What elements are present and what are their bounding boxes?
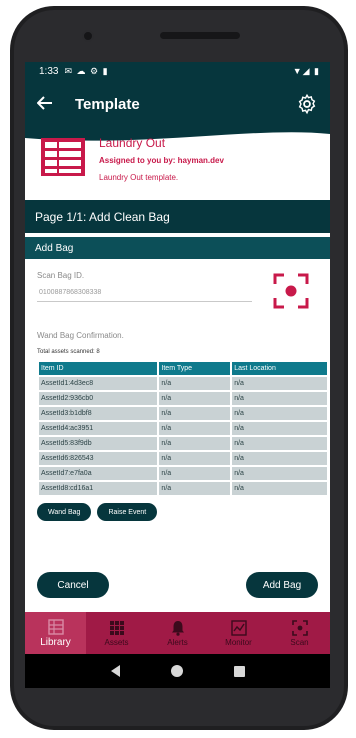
monitor-chart-icon xyxy=(230,619,247,636)
form-actions: Cancel Add Bag xyxy=(37,572,318,598)
table-row: AssetId8:cd16a1 n/a n/a xyxy=(39,482,327,495)
assigned-by: Assigned to you by: hayman.dev xyxy=(99,156,224,165)
app-bar: Template xyxy=(25,80,330,128)
cell-item-type: n/a xyxy=(159,452,231,465)
raise-event-button[interactable]: Raise Event xyxy=(97,503,158,521)
cell-item-type: n/a xyxy=(159,482,231,495)
cell-item-id: AssetId3:b1dbf8 xyxy=(39,407,158,420)
cell-item-type: n/a xyxy=(159,422,231,435)
cell-item-type: n/a xyxy=(159,437,231,450)
nav-label: Library xyxy=(40,636,71,648)
system-home-icon[interactable] xyxy=(170,665,183,677)
scan-icon xyxy=(291,619,308,636)
nav-label: Monitor xyxy=(225,637,252,647)
cell-last-location: n/a xyxy=(232,377,327,390)
cell-item-id: AssetId2:936cb0 xyxy=(39,392,158,405)
cell-item-id: AssetId1:4d3ec8 xyxy=(39,377,158,390)
table-header-row: Item ID Item Type Last Location xyxy=(39,362,327,375)
total-assets-count: Total assets scanned: 8 xyxy=(37,349,100,355)
status-bar: 1:33 ✉ ☁ ⚙ ▮ ▼◢ ▮ xyxy=(25,62,330,80)
table-row: AssetId5:83f9db n/a n/a xyxy=(39,437,327,450)
table-row: AssetId2:936cb0 n/a n/a xyxy=(39,392,327,405)
template-description: Laundry Out template. xyxy=(99,173,179,182)
cell-item-id: AssetId4:ac3951 xyxy=(39,422,158,435)
cell-item-id: AssetId6:826543 xyxy=(39,452,158,465)
table-row: AssetId4:ac3951 n/a n/a xyxy=(39,422,327,435)
system-navigation-bar xyxy=(25,654,330,688)
system-back-icon[interactable] xyxy=(110,665,120,677)
nav-item-library[interactable]: Library xyxy=(25,612,86,654)
wand-confirmation-label: Wand Bag Confirmation. xyxy=(37,331,124,340)
earpiece-speaker xyxy=(160,32,240,39)
column-header: Item ID xyxy=(39,362,158,375)
cell-last-location: n/a xyxy=(232,467,327,480)
nav-item-assets[interactable]: Assets xyxy=(86,612,147,654)
nav-item-monitor[interactable]: Monitor xyxy=(208,612,269,654)
notification-icons: ✉ ☁ ⚙ ▮ xyxy=(64,65,109,76)
back-arrow-icon[interactable] xyxy=(36,93,63,116)
cell-last-location: n/a xyxy=(232,437,327,450)
table-row: AssetId3:b1dbf8 n/a n/a xyxy=(39,407,327,420)
scan-bag-label: Scan Bag ID. xyxy=(37,271,85,280)
template-header: Laundry Out Assigned to you by: hayman.d… xyxy=(25,128,330,188)
table-icon xyxy=(41,138,85,176)
cell-item-id: AssetId5:83f9db xyxy=(39,437,158,450)
front-camera xyxy=(82,30,94,42)
add-bag-button[interactable]: Add Bag xyxy=(246,572,318,598)
table-row: AssetId6:826543 n/a n/a xyxy=(39,452,327,465)
cell-item-id: AssetId8:cd16a1 xyxy=(39,482,158,495)
cell-last-location: n/a xyxy=(232,482,327,495)
bottom-navigation: Library Assets Alerts Monitor Scan xyxy=(25,612,330,654)
cell-item-type: n/a xyxy=(159,377,231,390)
nav-label: Assets xyxy=(104,637,129,647)
scan-target-icon[interactable] xyxy=(273,273,309,309)
signal-battery-icons: ▼◢ ▮ xyxy=(292,65,320,76)
cell-last-location: n/a xyxy=(232,392,327,405)
status-time: 1:33 xyxy=(39,65,59,77)
nav-item-scan[interactable]: Scan xyxy=(269,612,330,654)
column-header: Last Location xyxy=(232,362,327,375)
section-title: Add Bag xyxy=(25,237,330,259)
table-row: AssetId7:e7fa0a n/a n/a xyxy=(39,467,327,480)
nav-label: Alerts xyxy=(167,637,188,647)
system-recents-icon[interactable] xyxy=(233,665,245,677)
column-header: Item Type xyxy=(159,362,231,375)
app-screen: 1:33 ✉ ☁ ⚙ ▮ ▼◢ ▮ Template Laundry Out A… xyxy=(25,62,330,688)
scan-bag-field: Scan Bag ID. 0100887868308338 xyxy=(25,259,330,331)
library-icon xyxy=(47,618,64,635)
table-actions: Wand Bag Raise Event xyxy=(37,503,330,521)
cell-item-id: AssetId7:e7fa0a xyxy=(39,467,158,480)
cell-last-location: n/a xyxy=(232,407,327,420)
nav-item-alerts[interactable]: Alerts xyxy=(147,612,208,654)
scan-bag-input[interactable]: 0100887868308338 xyxy=(39,289,101,296)
cell-item-type: n/a xyxy=(159,467,231,480)
nav-label: Scan xyxy=(290,637,309,647)
input-underline xyxy=(37,301,252,302)
table-row: AssetId1:4d3ec8 n/a n/a xyxy=(39,377,327,390)
cell-last-location: n/a xyxy=(232,422,327,435)
assets-grid-icon xyxy=(109,620,124,635)
template-name: Laundry Out xyxy=(99,136,166,150)
bell-icon xyxy=(171,620,184,636)
cell-last-location: n/a xyxy=(232,452,327,465)
template-info: Laundry Out Assigned to you by: hayman.d… xyxy=(99,136,224,182)
page-title: Template xyxy=(75,95,140,113)
page-indicator: Page 1/1: Add Clean Bag xyxy=(25,200,330,233)
assets-table: Item ID Item Type Last Location AssetId1… xyxy=(37,360,329,497)
cancel-button[interactable]: Cancel xyxy=(37,572,109,598)
cell-item-type: n/a xyxy=(159,392,231,405)
cell-item-type: n/a xyxy=(159,407,231,420)
gear-icon[interactable] xyxy=(296,93,318,115)
wand-bag-button[interactable]: Wand Bag xyxy=(37,503,92,521)
